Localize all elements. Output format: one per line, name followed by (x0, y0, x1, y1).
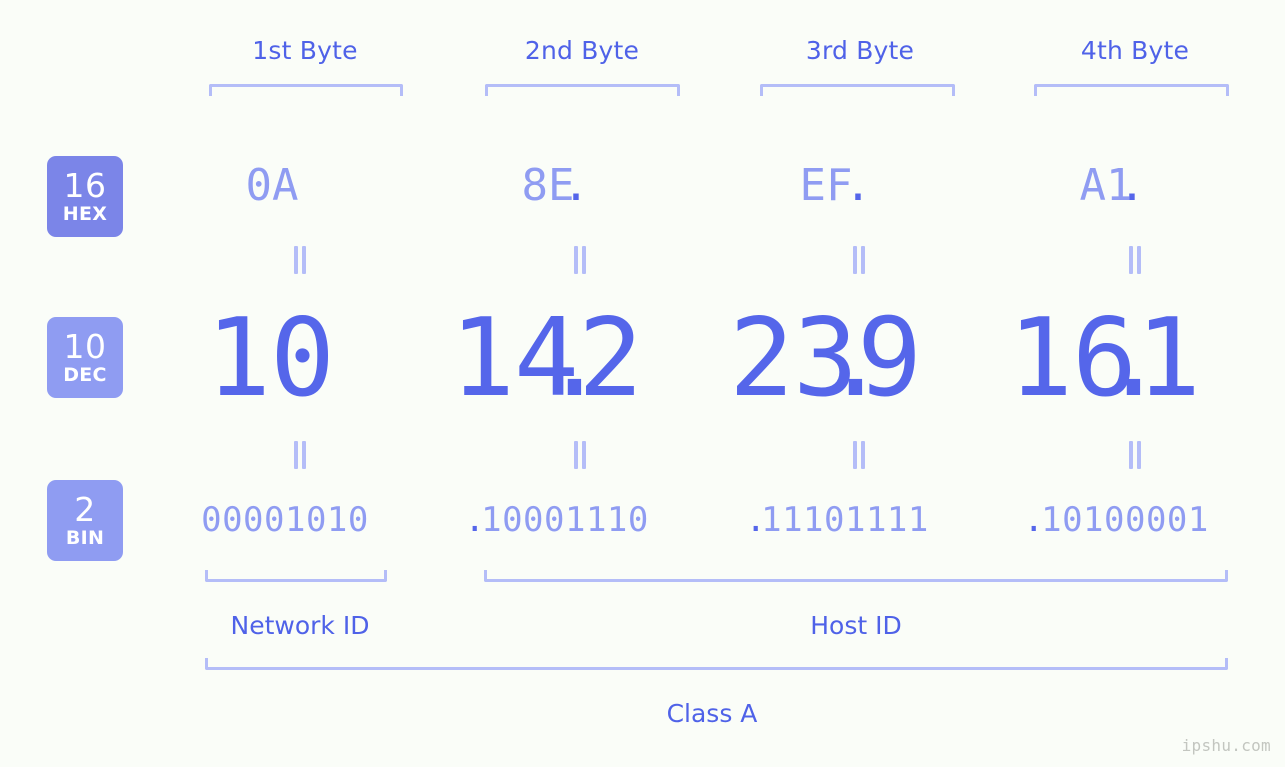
base-badge-hex: 16 HEX (47, 156, 123, 237)
site-watermark: ipshu.com (1181, 736, 1271, 755)
host-id-label: Host ID (810, 611, 902, 640)
equals-icon-dec-bin-2 (569, 441, 591, 469)
base-badge-hex-abbr: HEX (62, 203, 108, 225)
byte-bracket-4 (1034, 84, 1229, 96)
hex-octet-3: EF (799, 160, 853, 211)
class-label: Class A (666, 699, 758, 728)
base-badge-hex-number: 16 (63, 166, 107, 205)
base-badge-dec-abbr: DEC (63, 364, 107, 386)
dec-octet-2: 142 (449, 296, 643, 421)
byte-header-3: 3rd Byte (805, 36, 915, 65)
ip-address-breakdown-diagram: 1st Byte 2nd Byte 3rd Byte 4th Byte 16 H… (0, 0, 1285, 767)
network-id-bracket (205, 570, 387, 582)
dec-octet-4: 161 (1007, 296, 1201, 421)
base-badge-bin-number: 2 (74, 490, 96, 529)
equals-icon-dec-bin-4 (1124, 441, 1146, 469)
dec-octet-3: 239 (728, 296, 922, 421)
hex-octet-2: 8E (521, 160, 575, 211)
byte-bracket-2 (485, 84, 680, 96)
base-badge-bin: 2 BIN (47, 480, 123, 561)
hex-octet-1: 0A (245, 160, 299, 211)
equals-icon-hex-dec-3 (848, 246, 870, 274)
network-id-label: Network ID (230, 611, 370, 640)
base-badge-dec: 10 DEC (47, 317, 123, 398)
base-badge-bin-abbr: BIN (65, 527, 105, 549)
class-bracket (205, 658, 1228, 670)
hex-octet-4: A1 (1079, 160, 1133, 211)
host-id-bracket (484, 570, 1228, 582)
base-badge-dec-number: 10 (63, 327, 107, 366)
byte-bracket-1 (209, 84, 403, 96)
byte-header-2: 2nd Byte (524, 36, 640, 65)
equals-icon-hex-dec-4 (1124, 246, 1146, 274)
bin-octet-4: 10100001 (1041, 500, 1209, 540)
equals-icon-hex-dec-2 (569, 246, 591, 274)
byte-bracket-3 (760, 84, 955, 96)
dec-octet-1: 10 (205, 296, 335, 421)
byte-header-4: 4th Byte (1080, 36, 1190, 65)
equals-icon-dec-bin-1 (289, 441, 311, 469)
equals-icon-dec-bin-3 (848, 441, 870, 469)
equals-icon-hex-dec-1 (289, 246, 311, 274)
byte-header-1: 1st Byte (252, 36, 358, 65)
